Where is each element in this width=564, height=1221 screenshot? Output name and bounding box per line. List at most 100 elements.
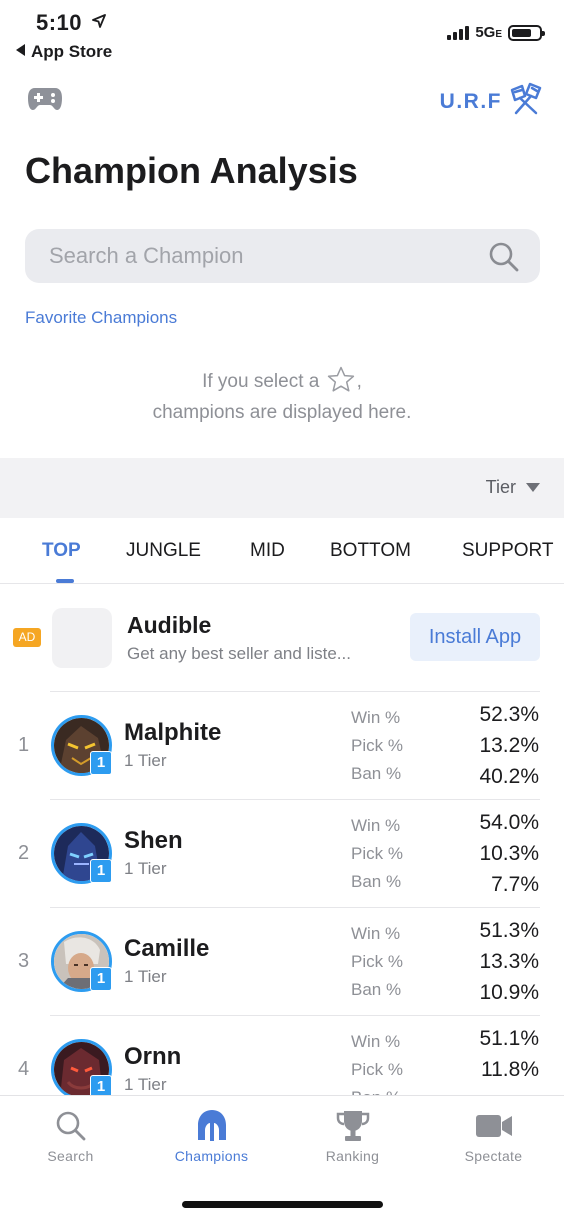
install-app-button[interactable]: Install App: [410, 613, 540, 661]
helmet-icon: [141, 1108, 282, 1144]
champion-row[interactable]: 3 1 Camille 1 Tier Win % Pick % Ban % 51…: [0, 907, 564, 1015]
tabbar-label: Search: [47, 1148, 94, 1164]
champion-name: Ornn: [124, 1043, 182, 1070]
win-rate-value: 52.3%: [479, 703, 539, 726]
divider: [50, 799, 540, 800]
active-tab-indicator: [56, 579, 74, 583]
ad-app-icon: [52, 608, 112, 668]
win-rate-label: Win %: [351, 816, 401, 835]
rank-number: 3: [18, 950, 30, 972]
champion-tier: 1 Tier: [124, 859, 167, 878]
status-bar: 5:10 App Store 5GE: [0, 0, 564, 70]
role-tabs: TOP JUNGLE MID BOTTOM SUPPORT: [0, 518, 564, 584]
win-rate-label: Win %: [351, 1032, 401, 1051]
divider: [50, 1015, 540, 1016]
tabbar-spectate[interactable]: Spectate: [423, 1108, 564, 1164]
back-triangle-icon: [16, 44, 25, 56]
ban-rate-label: Ban %: [351, 764, 402, 783]
champion-name: Camille: [124, 935, 210, 962]
favorites-empty-message: If you select a ,: [0, 366, 564, 399]
ad-title: Audible: [127, 612, 212, 638]
favorite-champions-title: Favorite Champions: [25, 308, 178, 327]
ban-rate-value: 7.7%: [491, 873, 539, 896]
network-type: 5GE: [475, 24, 502, 41]
champion-list: 1 1 Malphite 1 Tier Win % Pick % Ban % 5…: [0, 691, 564, 1095]
champion-tier: 1 Tier: [124, 751, 167, 770]
ad-banner[interactable]: AD Audible Get any best seller and liste…: [0, 600, 564, 692]
search-bar[interactable]: [25, 229, 540, 283]
back-label: App Store: [31, 42, 113, 61]
rank-number: 4: [18, 1058, 30, 1080]
win-rate-value: 51.1%: [479, 1027, 539, 1050]
champion-tier: 1 Tier: [124, 1075, 167, 1094]
tabbar-label: Ranking: [325, 1148, 380, 1164]
tabbar-label: Spectate: [464, 1148, 523, 1164]
champion-row[interactable]: 2 1 Shen 1 Tier Win % Pick % Ban % 54.0%…: [0, 799, 564, 907]
tier-badge: 1: [90, 1075, 112, 1095]
win-rate-label: Win %: [351, 924, 401, 943]
tabbar-ranking[interactable]: Ranking: [282, 1108, 423, 1164]
favorites-empty-message-line2: champions are displayed here.: [152, 402, 412, 423]
status-time: 5:10: [36, 10, 83, 35]
pick-rate-label: Pick %: [351, 952, 403, 971]
pick-rate-label: Pick %: [351, 736, 403, 755]
pick-rate-value: 13.3%: [479, 950, 539, 973]
pick-rate-value: 11.8%: [481, 1058, 539, 1081]
ban-rate-value: 40.2%: [479, 765, 539, 788]
divider: [50, 907, 540, 908]
tab-top[interactable]: TOP: [42, 540, 81, 562]
pick-rate-value: 10.3%: [479, 842, 539, 865]
ban-rate-value: 10.9%: [479, 981, 539, 1004]
champion-name: Malphite: [124, 719, 222, 746]
battery-icon: [508, 24, 545, 41]
page-title: Champion Analysis: [25, 150, 358, 191]
gamepad-icon[interactable]: [27, 84, 63, 112]
divider: [50, 691, 540, 692]
video-camera-icon: [423, 1108, 564, 1144]
tabbar-champions[interactable]: Champions: [141, 1108, 282, 1164]
search-input[interactable]: [49, 229, 489, 283]
tab-bottom[interactable]: BOTTOM: [330, 540, 411, 562]
tab-mid[interactable]: MID: [250, 540, 285, 562]
location-arrow-icon: [92, 14, 106, 33]
tabbar-label: Champions: [174, 1148, 249, 1164]
champion-row[interactable]: 1 1 Malphite 1 Tier Win % Pick % Ban % 5…: [0, 691, 564, 799]
tier-badge: 1: [90, 751, 112, 775]
sort-dropdown[interactable]: Tier: [486, 477, 540, 498]
ban-rate-label: Ban %: [351, 980, 402, 999]
rank-number: 1: [18, 734, 30, 756]
star-icon: [327, 366, 355, 399]
champion-name: Shen: [124, 827, 183, 854]
tier-badge: 1: [90, 859, 112, 883]
pick-rate-value: 13.2%: [479, 734, 539, 757]
pick-rate-label: Pick %: [351, 1060, 403, 1079]
sort-bar: Tier: [0, 458, 564, 518]
ad-subtitle: Get any best seller and liste...: [127, 644, 351, 663]
rank-number: 2: [18, 842, 30, 864]
signal-icon: [447, 25, 470, 40]
win-rate-value: 54.0%: [479, 811, 539, 834]
status-indicators: 5GE: [447, 24, 545, 41]
win-rate-label: Win %: [351, 708, 401, 727]
sort-selected: Tier: [485, 477, 516, 497]
champion-row[interactable]: 4 1 Ornn 1 Tier Win % Pick % Ban % 51.1%…: [0, 1015, 564, 1095]
ban-rate-label: Ban %: [351, 872, 402, 891]
ad-badge: AD: [13, 628, 41, 647]
tabbar-search[interactable]: Search: [0, 1108, 141, 1164]
tier-badge: 1: [90, 967, 112, 991]
search-icon[interactable]: [488, 241, 520, 278]
back-to-app-store[interactable]: App Store: [16, 42, 112, 62]
urf-label: U.R.F: [439, 89, 502, 113]
caret-down-icon: [526, 483, 540, 492]
urf-mode-button[interactable]: U.R.F: [440, 82, 544, 121]
urf-spatula-icon: [508, 82, 544, 121]
champion-tier: 1 Tier: [124, 967, 167, 986]
trophy-icon: [282, 1108, 423, 1144]
pick-rate-label: Pick %: [351, 844, 403, 863]
home-indicator: [182, 1201, 383, 1208]
search-icon: [0, 1108, 141, 1144]
tab-support[interactable]: SUPPORT: [462, 540, 554, 562]
win-rate-value: 51.3%: [479, 919, 539, 942]
tab-jungle[interactable]: JUNGLE: [126, 540, 201, 562]
ban-rate-label: Ban %: [351, 1088, 401, 1095]
